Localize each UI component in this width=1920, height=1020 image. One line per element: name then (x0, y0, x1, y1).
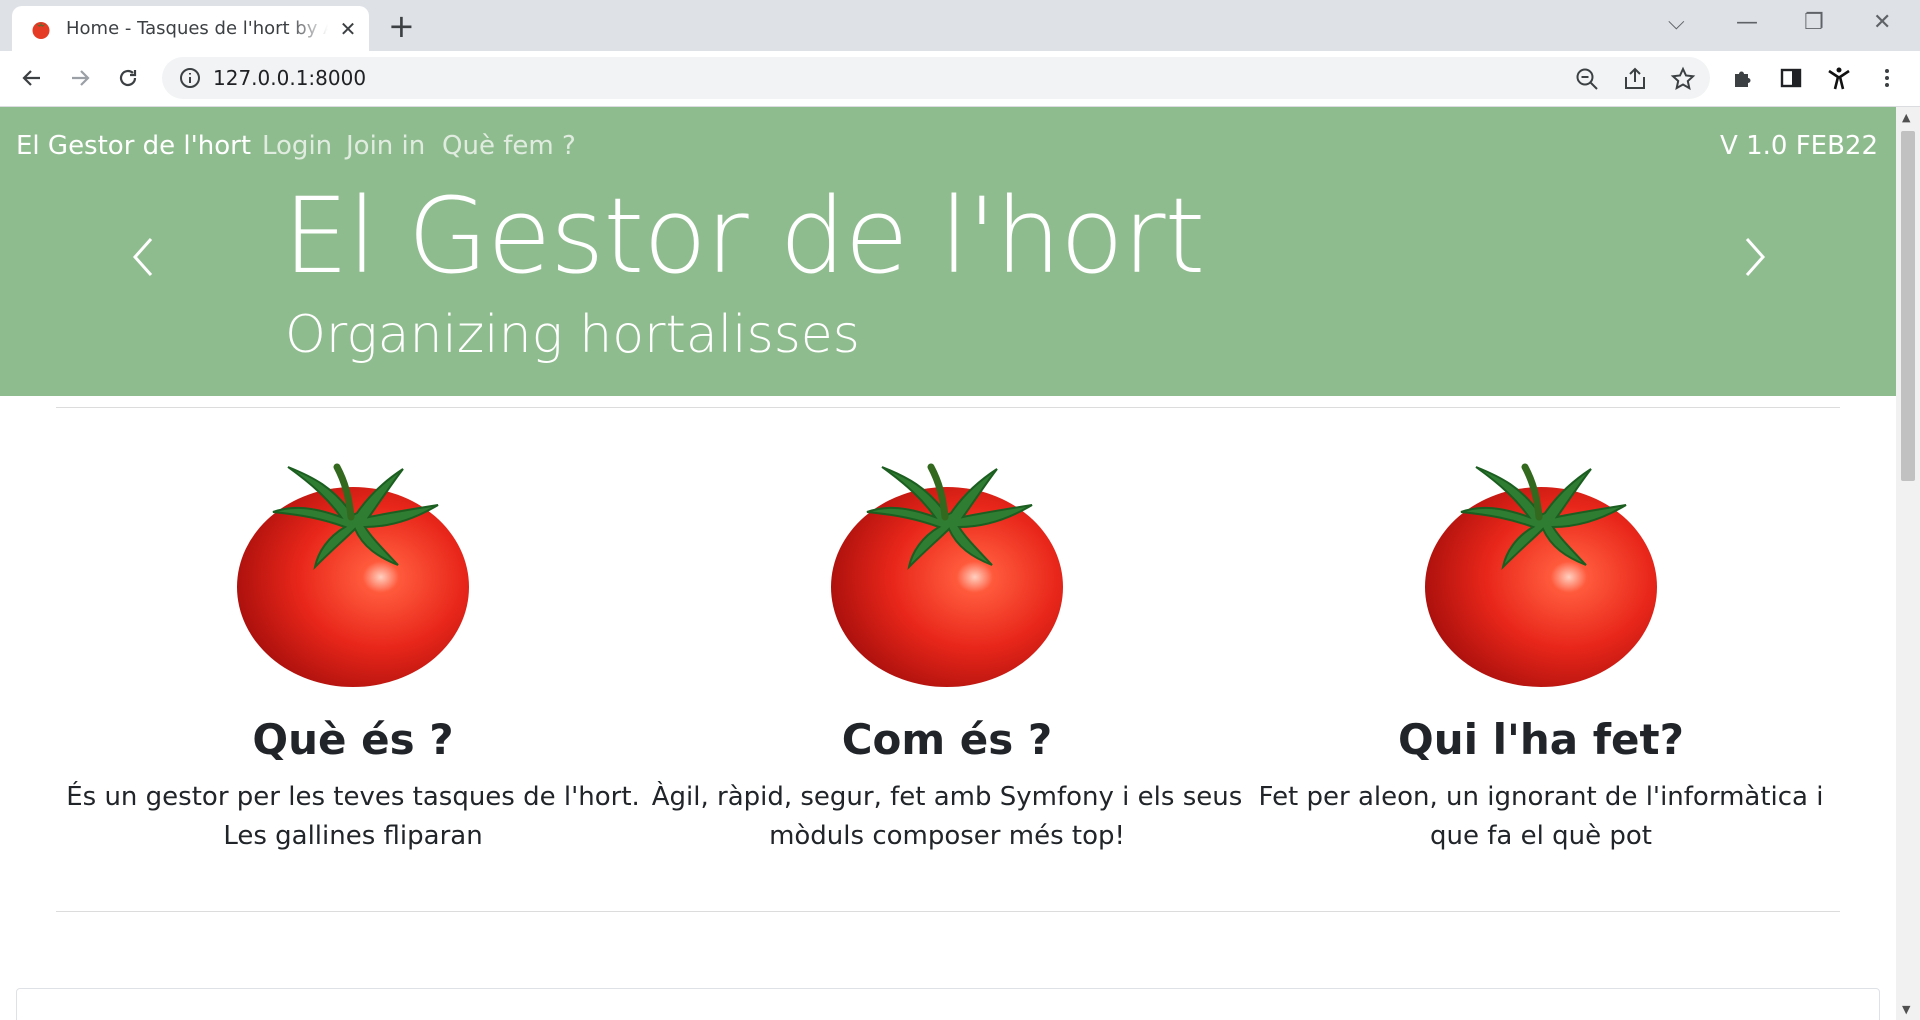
tomato-favicon-icon (30, 18, 52, 40)
address-bar[interactable]: 127.0.0.1:8000 (162, 57, 1710, 99)
arrow-right-icon[interactable] (65, 63, 95, 93)
tab-title: Home - Tasques de l'hort by Aleon (66, 18, 328, 39)
nav-link-que-fem[interactable]: Què fem ? (442, 131, 576, 161)
restore-icon[interactable]: ❐ (1804, 8, 1824, 38)
feature-heading: Com és ? (841, 715, 1053, 764)
nav-link-login[interactable]: Login (262, 131, 332, 161)
scroll-thumb[interactable] (1901, 131, 1915, 481)
tab-strip: Home - Tasques de l'hort by Aleon ✕ + ⌵ … (0, 0, 1920, 51)
divider-bottom (56, 911, 1840, 912)
profile-icon[interactable] (1824, 63, 1854, 93)
close-window-icon[interactable]: ✕ (1873, 8, 1891, 38)
share-icon[interactable] (1622, 66, 1648, 92)
divider-top (56, 407, 1840, 408)
feature-column: Qui l'ha fet? Fet per aleon, un ignorant… (1244, 457, 1838, 856)
content-card (16, 988, 1880, 1020)
feature-heading: Què és ? (252, 715, 454, 764)
feature-heading: Qui l'ha fet? (1398, 715, 1684, 764)
tab-search-icon[interactable]: ⌵ (1668, 8, 1685, 38)
version-label: V 1.0 FEB22 (1720, 131, 1878, 161)
puzzle-icon[interactable] (1728, 63, 1758, 93)
arrow-left-icon[interactable] (17, 63, 47, 93)
carousel-next-icon[interactable] (1735, 227, 1775, 287)
hero-subtitle: Organizing hortalisses (285, 305, 860, 365)
feature-text: Àgil, ràpid, segur, fet amb Symfony i el… (651, 782, 1243, 851)
browser-tab[interactable]: Home - Tasques de l'hort by Aleon ✕ (12, 6, 369, 51)
hero-carousel: El Gestor de l'hort Login Join in Què fe… (0, 107, 1896, 396)
page-viewport: El Gestor de l'hort Login Join in Què fe… (0, 107, 1896, 1020)
close-tab-icon[interactable]: ✕ (336, 17, 360, 41)
carousel-prev-icon[interactable] (123, 227, 163, 287)
star-icon[interactable] (1670, 66, 1696, 92)
new-tab-button[interactable]: + (388, 8, 415, 44)
feature-column: Com és ? Àgil, ràpid, segur, fet amb Sym… (650, 457, 1244, 856)
zoom-out-icon[interactable] (1574, 66, 1600, 92)
scroll-up-icon[interactable]: ▲ (1902, 111, 1910, 124)
info-icon[interactable] (178, 66, 202, 90)
page-scrollbar[interactable]: ▲ ▼ (1896, 107, 1920, 1020)
navbar-brand[interactable]: El Gestor de l'hort (16, 131, 251, 161)
scroll-down-icon[interactable]: ▼ (1902, 1003, 1910, 1016)
url-text[interactable]: 127.0.0.1:8000 (213, 66, 366, 90)
tomato-icon (1244, 457, 1838, 689)
feature-column: Què és ? És un gestor per les teves tasq… (56, 457, 650, 856)
feature-text: És un gestor per les teves tasques de l'… (66, 782, 640, 851)
hero-title: El Gestor de l'hort (283, 175, 1205, 297)
browser-toolbar: 127.0.0.1:8000 (0, 51, 1920, 107)
feature-text: Fet per aleon, un ignorant de l'informàt… (1258, 782, 1824, 851)
nav-link-join-in[interactable]: Join in (346, 131, 425, 161)
side-panel-icon[interactable] (1776, 63, 1806, 93)
tomato-icon (56, 457, 650, 689)
minimize-icon[interactable]: — (1736, 8, 1758, 38)
tomato-icon (650, 457, 1244, 689)
kebab-menu-icon[interactable] (1872, 63, 1902, 93)
reload-icon[interactable] (113, 63, 143, 93)
